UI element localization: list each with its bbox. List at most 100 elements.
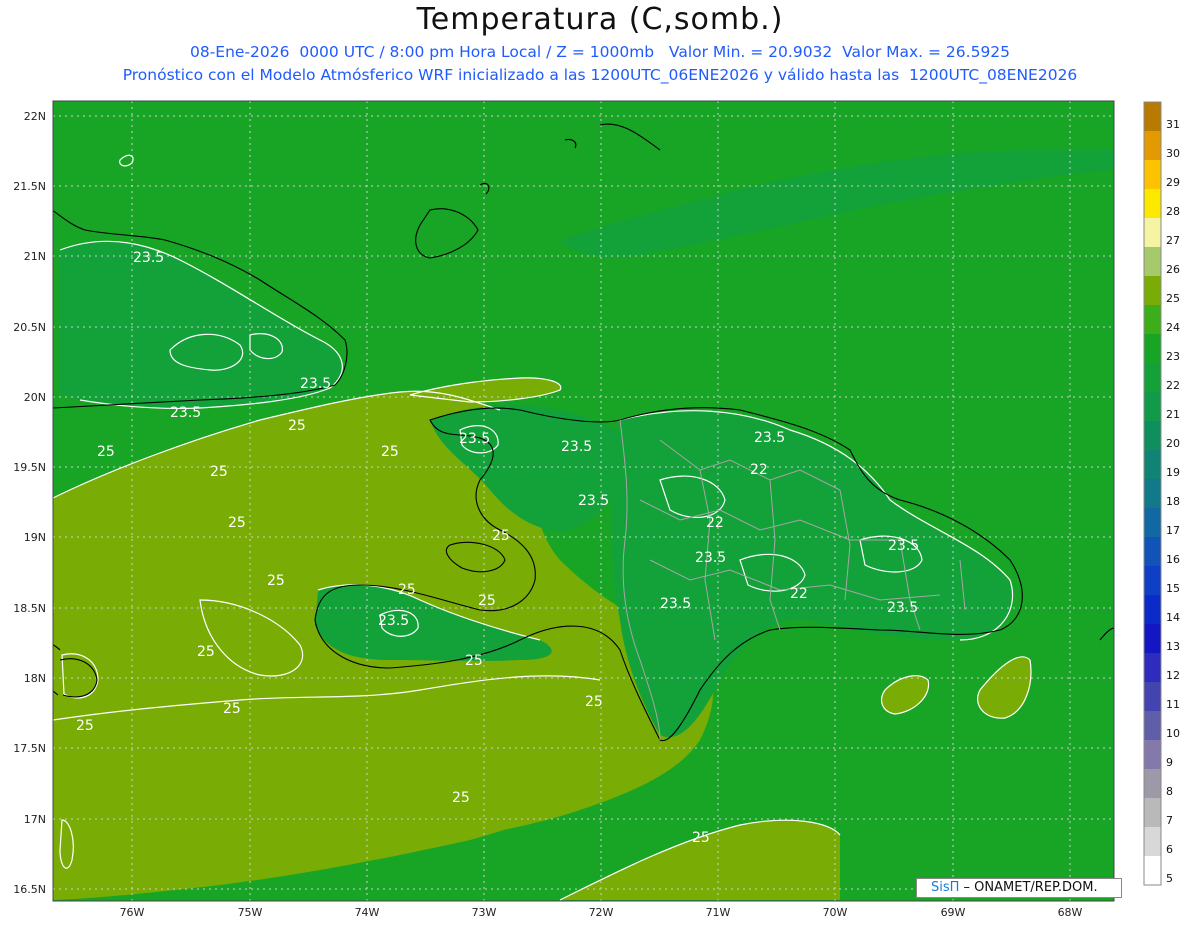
contour-label: 25 <box>228 515 246 531</box>
lat-label: 16.5N <box>13 883 46 896</box>
contour-label: 23.5 <box>660 596 691 612</box>
contour-label: 25 <box>465 653 483 669</box>
colorbar-swatch <box>1144 769 1161 798</box>
colorbar-label: 26 <box>1166 263 1180 276</box>
lat-label: 18N <box>24 672 46 685</box>
contour-label: 23.5 <box>695 550 726 566</box>
contour-label: 23.5 <box>888 538 919 554</box>
contour-label: 25 <box>210 464 228 480</box>
colorbar-label: 13 <box>1166 640 1180 653</box>
lon-label: 70W <box>823 906 848 919</box>
colorbar-label: 24 <box>1166 321 1180 334</box>
contour-label: 25 <box>197 644 215 660</box>
lat-label: 21.5N <box>13 180 46 193</box>
contour-label: 23.5 <box>300 376 331 392</box>
colorbar-label: 25 <box>1166 292 1180 305</box>
contour-label: 23.5 <box>561 439 592 455</box>
colorbar-swatch <box>1144 653 1161 682</box>
colorbar-swatch <box>1144 102 1161 131</box>
colorbar-label: 16 <box>1166 553 1180 566</box>
contour-label: 25 <box>76 718 94 734</box>
lat-label: 19.5N <box>13 461 46 474</box>
lon-label: 76W <box>120 906 145 919</box>
colorbar-swatch <box>1144 450 1161 479</box>
colorbar-swatch <box>1144 247 1161 276</box>
longitude-labels: 76W 75W 74W 73W 72W 71W 70W 69W 68W <box>120 906 1083 919</box>
colorbar-label: 31 <box>1166 118 1180 131</box>
lon-label: 75W <box>238 906 263 919</box>
contour-label: 25 <box>492 528 510 544</box>
colorbar-label: 5 <box>1166 872 1173 885</box>
contour-label: 23.5 <box>578 493 609 509</box>
contour-label: 25 <box>398 582 416 598</box>
lat-label: 20.5N <box>13 321 46 334</box>
latitude-labels: 22N 21.5N 21N 20.5N 20N 19.5N 19N 18.5N … <box>13 110 46 896</box>
colorbar-label: 10 <box>1166 727 1180 740</box>
colorbar-swatch <box>1144 218 1161 247</box>
colorbar-label: 30 <box>1166 147 1180 160</box>
temperature-map: 22N 21.5N 21N 20.5N 20N 19.5N 19N 18.5N … <box>13 100 1180 919</box>
credit-text: – ONAMET/REP.DOM. <box>959 880 1098 895</box>
contour-label: 25 <box>267 573 285 589</box>
lon-label: 73W <box>472 906 497 919</box>
contour-label: 23.5 <box>887 600 918 616</box>
contour-label: 25 <box>478 593 496 609</box>
colorbar-label: 27 <box>1166 234 1180 247</box>
colorbar-label: 20 <box>1166 437 1180 450</box>
contour-label: 22 <box>790 586 808 602</box>
colorbar-label: 8 <box>1166 785 1173 798</box>
colorbar-label: 6 <box>1166 843 1173 856</box>
colorbar-swatch <box>1144 827 1161 856</box>
contour-label: 25 <box>381 444 399 460</box>
contour-label: 23.5 <box>133 250 164 266</box>
colorbar-swatch <box>1144 160 1161 189</box>
colorbar-label: 29 <box>1166 176 1180 189</box>
colorbar-swatch <box>1144 479 1161 508</box>
credit-brand: SisΠ <box>931 880 960 895</box>
colorbar-swatch <box>1144 856 1161 885</box>
colorbar-label: 28 <box>1166 205 1180 218</box>
colorbar-swatch <box>1144 740 1161 769</box>
colorbar-swatch <box>1144 798 1161 827</box>
colorbar-label: 9 <box>1166 756 1173 769</box>
lat-label: 22N <box>24 110 46 123</box>
lon-label: 68W <box>1058 906 1083 919</box>
lat-label: 21N <box>24 250 46 263</box>
colorbar-swatch <box>1144 595 1161 624</box>
colorbar: 31 30 29 28 27 26 25 24 23 22 21 20 19 18 17 16 15 14 13 12… <box>1143 101 1180 886</box>
colorbar-label: 21 <box>1166 408 1180 421</box>
lon-label: 69W <box>941 906 966 919</box>
colorbar-label: 22 <box>1166 379 1180 392</box>
contour-label: 25 <box>223 701 241 717</box>
colorbar-label: 11 <box>1166 698 1180 711</box>
lon-label: 72W <box>589 906 614 919</box>
contour-label: 23.5 <box>754 430 785 446</box>
colorbar-swatch <box>1144 624 1161 653</box>
colorbar-swatch <box>1144 537 1161 566</box>
contour-label: 23.5 <box>170 405 201 421</box>
colorbar-swatch <box>1144 508 1161 537</box>
colorbar-label: 23 <box>1166 350 1180 363</box>
lat-label: 19N <box>24 531 46 544</box>
colorbar-swatch <box>1144 711 1161 740</box>
lat-label: 17N <box>24 813 46 826</box>
colorbar-swatch <box>1144 421 1161 450</box>
colorbar-swatch <box>1144 392 1161 421</box>
contour-label: 22 <box>750 462 768 478</box>
colorbar-label: 15 <box>1166 582 1180 595</box>
contour-label: 25 <box>97 444 115 460</box>
contour-label: 23.5 <box>459 431 490 447</box>
lon-label: 71W <box>706 906 731 919</box>
colorbar-label: 18 <box>1166 495 1180 508</box>
colorbar-label: 17 <box>1166 524 1180 537</box>
contour-label: 25 <box>452 790 470 806</box>
credit-box: SisΠ – ONAMET/REP.DOM. <box>916 878 1122 898</box>
colorbar-swatch <box>1144 363 1161 392</box>
contour-label: 23.5 <box>378 613 409 629</box>
lat-label: 20N <box>24 391 46 404</box>
lat-label: 17.5N <box>13 742 46 755</box>
colorbar-swatch <box>1144 566 1161 595</box>
colorbar-swatch <box>1144 305 1161 334</box>
colorbar-label: 7 <box>1166 814 1173 827</box>
lat-label: 18.5N <box>13 602 46 615</box>
